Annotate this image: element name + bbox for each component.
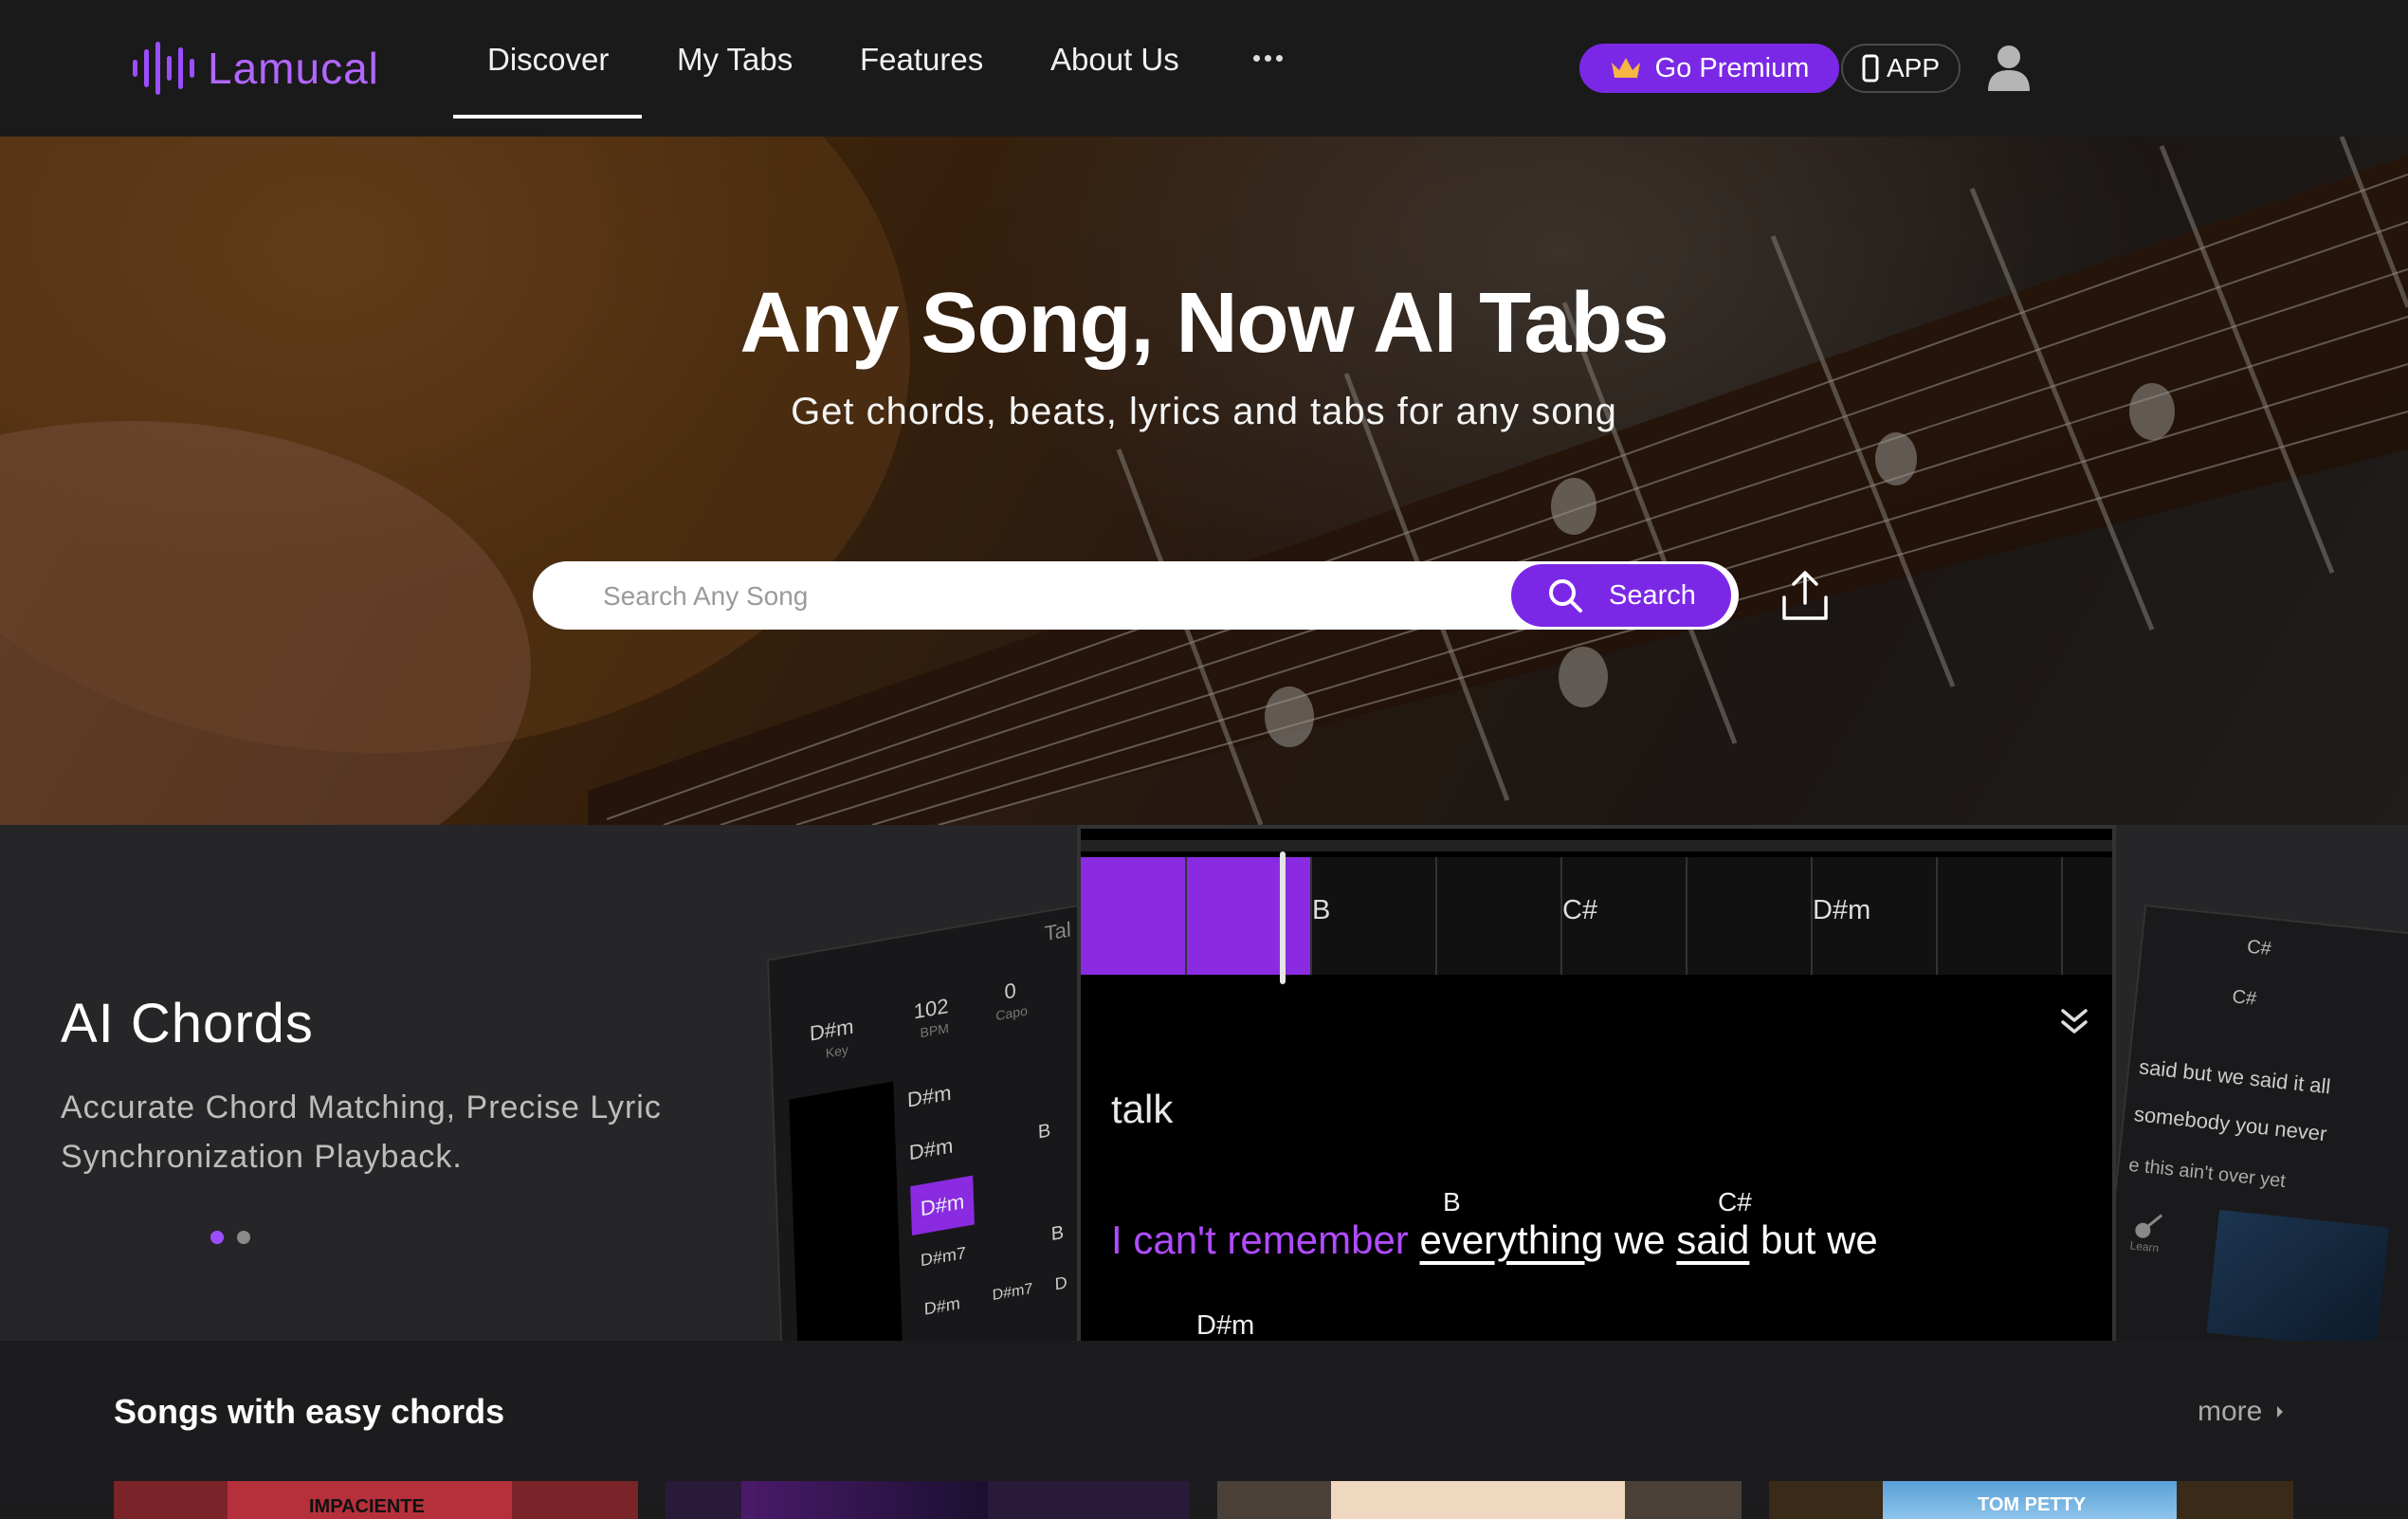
lyric-word: but we xyxy=(1760,1217,1878,1262)
playhead[interactable] xyxy=(1280,851,1286,984)
left-card-sidebar xyxy=(789,1081,906,1341)
next-line-chord: D#m xyxy=(1196,1310,1255,1341)
section-title: Songs with easy chords xyxy=(114,1392,505,1431)
search-button-label: Search xyxy=(1609,579,1696,611)
go-premium-button[interactable]: Go Premium xyxy=(1579,44,1839,93)
songs-section: Songs with easy chords more IMPACIENTE T… xyxy=(0,1341,2408,1519)
logo[interactable]: Lamucal xyxy=(133,38,379,99)
chord-timeline: B C# D#m xyxy=(1081,857,2112,975)
left-card-header: Tal xyxy=(1044,917,1072,946)
more-link[interactable]: more xyxy=(2198,1396,2285,1428)
right-card-learn-label: Learn xyxy=(2128,1238,2160,1255)
nav-my-tabs[interactable]: My Tabs xyxy=(677,42,793,78)
song-card[interactable]: IMPACIENTE xyxy=(114,1481,638,1519)
top-nav: Lamucal Discover My Tabs Features About … xyxy=(0,0,2408,137)
app-button[interactable]: APP xyxy=(1841,44,1961,93)
beat-cell[interactable] xyxy=(1938,857,2063,975)
lyric-chord: B xyxy=(1443,1187,1461,1217)
go-premium-label: Go Premium xyxy=(1654,52,1810,83)
hero-banner: Any Song, Now AI Tabs Get chords, beats,… xyxy=(0,137,2408,825)
chord-label: D#m xyxy=(1813,895,1871,925)
right-preview-card: C# C# said but we said it all somebody y… xyxy=(2092,904,2408,1341)
beat-cell[interactable]: C# xyxy=(1562,857,1687,975)
left-card-bpm-label: BPM xyxy=(920,1020,950,1041)
hero-subtitle: Get chords, beats, lyrics and tabs for a… xyxy=(791,391,1617,432)
left-card-key-label: Key xyxy=(825,1041,849,1061)
nav-active-indicator xyxy=(453,115,642,119)
right-card-chord: C# xyxy=(2231,986,2258,1010)
left-card-chord: D#m xyxy=(923,1293,961,1319)
lyric-previous-line: talk xyxy=(1111,1087,1174,1131)
right-card-chord: C# xyxy=(2246,936,2272,961)
lyric-word: said xyxy=(1676,1217,1750,1262)
hero-dim-overlay xyxy=(0,137,2408,825)
hero-title: Any Song, Now AI Tabs xyxy=(739,276,1669,371)
left-card-chord-active: D#m xyxy=(910,1175,975,1235)
player-top-bar xyxy=(1081,840,2112,851)
beat-cell[interactable]: B xyxy=(1312,857,1437,975)
logo-text: Lamucal xyxy=(208,44,379,93)
album-cover-text: IMPACIENTE xyxy=(309,1496,425,1517)
lyric-sung-text: I can't remember xyxy=(1111,1217,1409,1262)
beat-cell[interactable] xyxy=(1437,857,1562,975)
left-card-chord: D#m7 xyxy=(992,1280,1033,1305)
beat-cell-played[interactable] xyxy=(1187,857,1312,975)
nav-features[interactable]: Features xyxy=(860,42,983,78)
chord-label: B xyxy=(1312,895,1331,925)
beat-cell-played[interactable] xyxy=(1081,857,1187,975)
app-label: APP xyxy=(1886,53,1941,82)
left-card-chord: D#m7 xyxy=(920,1243,967,1271)
left-card-capo-label: Capo xyxy=(995,1002,1029,1024)
search-icon xyxy=(1549,579,1583,613)
video-thumbnail-image xyxy=(2206,1209,2390,1341)
nav-discover[interactable]: Discover xyxy=(487,42,609,78)
nav-about-us[interactable]: About Us xyxy=(1050,42,1179,78)
right-card-lyric: said but we said it all xyxy=(2138,1054,2332,1099)
search-input[interactable] xyxy=(601,561,1439,631)
lyric-word: we xyxy=(1614,1217,1666,1262)
beat-cell[interactable] xyxy=(1687,857,1813,975)
lyric-word: everything xyxy=(1419,1217,1604,1262)
phone-icon xyxy=(1862,54,1879,82)
left-card-chord: D xyxy=(1054,1272,1067,1294)
left-card-extra-chord: B xyxy=(1050,1221,1065,1246)
left-card-chord: D#m xyxy=(906,1080,952,1112)
chevron-down-icon[interactable] xyxy=(2057,1003,2091,1037)
guitar-learn-icon xyxy=(2135,1214,2163,1238)
left-card-extra-chord: B xyxy=(1037,1120,1051,1144)
song-card[interactable] xyxy=(1217,1481,1742,1519)
song-card[interactable]: TOM PETTY xyxy=(1769,1481,2293,1519)
chord-label: C# xyxy=(1562,895,1598,925)
crown-icon xyxy=(1611,58,1640,78)
more-menu-icon[interactable] xyxy=(1253,55,1283,62)
lyric-current-line: I can't remember everything we said but … xyxy=(1111,1217,1878,1263)
left-preview-card: Tal D#m Key 102 BPM 0 Capo D#m D#m D#m D… xyxy=(766,902,1111,1341)
left-card-chord: D#m xyxy=(908,1133,954,1165)
carousel-dots xyxy=(210,1231,250,1244)
feature-carousel: AI Chords Accurate Chord Matching, Preci… xyxy=(0,825,2408,1341)
search-button[interactable]: Search xyxy=(1511,564,1731,627)
feature-title: AI Chords xyxy=(61,993,314,1054)
more-label: more xyxy=(2198,1396,2263,1427)
logo-wave-icon xyxy=(133,40,194,97)
song-card[interactable] xyxy=(666,1481,1190,1519)
carousel-dot-1[interactable] xyxy=(210,1231,224,1244)
caret-right-icon xyxy=(2277,1406,2284,1418)
left-card-bpm: 102 xyxy=(913,994,949,1024)
beat-cell[interactable]: D#m xyxy=(1813,857,1938,975)
upload-icon[interactable] xyxy=(1780,569,1830,622)
album-cover-image xyxy=(741,1481,988,1519)
lyric-chord: C# xyxy=(1718,1187,1752,1217)
user-avatar-icon[interactable] xyxy=(1987,44,2031,91)
album-cover-image xyxy=(1331,1481,1625,1519)
right-card-lyric: e this ain't over yet xyxy=(2127,1154,2287,1193)
left-card-capo: 0 xyxy=(1004,978,1017,1004)
feature-description: Accurate Chord Matching, Precise Lyric S… xyxy=(61,1089,662,1175)
carousel-dot-2[interactable] xyxy=(237,1231,250,1244)
right-card-lyric: somebody you never xyxy=(2132,1102,2328,1146)
player-mockup: B C# D#m talk B C# I can't remember ever… xyxy=(1077,825,2116,1341)
